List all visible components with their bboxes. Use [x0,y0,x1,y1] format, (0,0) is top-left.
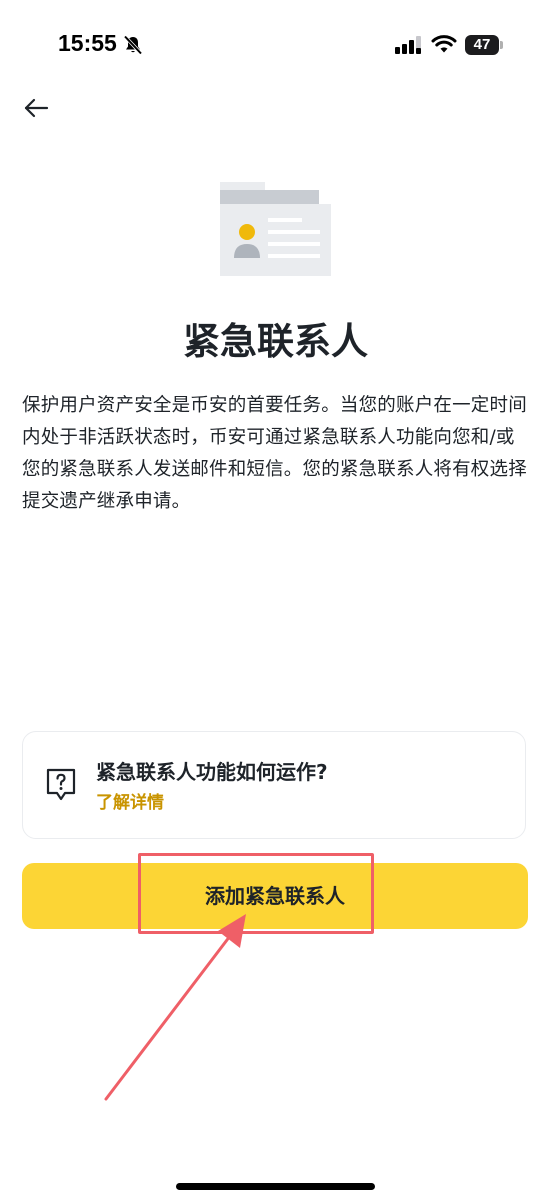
card-title: 紧急联系人功能如何运作? [96,760,328,784]
annotation-highlight-box [138,853,374,934]
arrow-left-icon [24,98,49,118]
question-bubble-icon [46,768,76,801]
emergency-contact-screen: 15:55 47 紧急联系人 保护用户资产安全是币安的首要任务。当您的账户在一定… [0,0,551,1200]
how-it-works-card[interactable]: 紧急联系人功能如何运作? 了解详情 [22,731,526,839]
status-bar: 15:55 47 [0,0,551,90]
battery-cap [500,41,503,49]
status-time: 15:55 [58,30,117,56]
home-indicator [176,1183,375,1190]
description-text: 保护用户资产安全是币安的首要任务。当您的账户在一定时间内处于非活跃状态时，币安可… [22,395,527,512]
battery-level: 47 [473,36,491,53]
battery-icon: 47 [465,35,499,55]
back-button[interactable] [22,94,50,122]
signal-icon [395,36,421,54]
wifi-icon [431,35,457,53]
learn-more-link[interactable]: 了解详情 [96,790,164,816]
bell-muted-icon [123,35,143,55]
page-title: 紧急联系人 [183,320,368,363]
contact-card-icon [220,182,331,276]
